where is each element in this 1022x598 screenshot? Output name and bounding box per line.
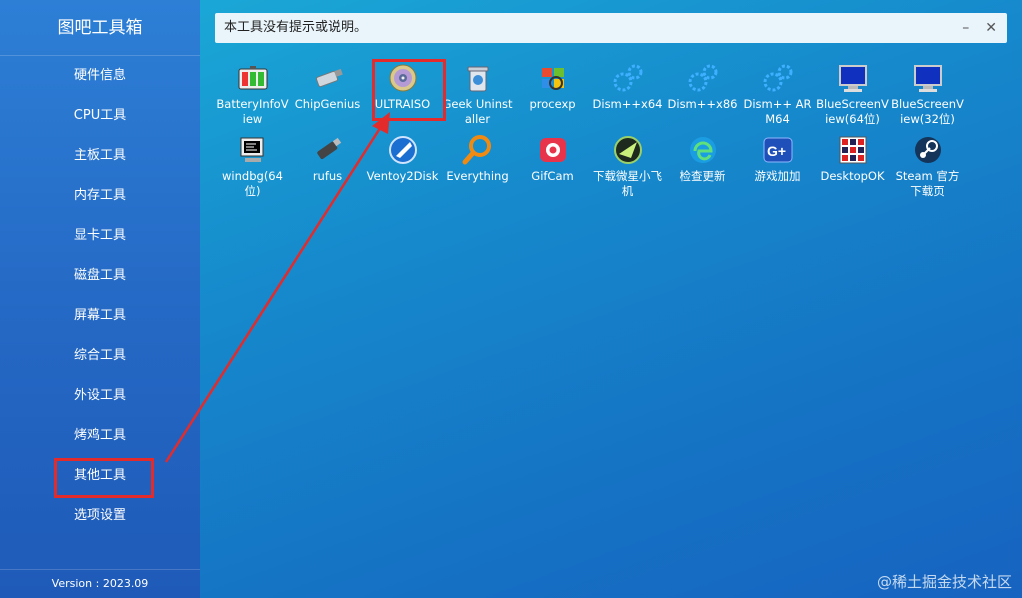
tool-label: BatteryInfoView (216, 97, 289, 126)
tool-label: Everything (446, 169, 509, 183)
tool-label: BlueScreenView(64位) (816, 97, 889, 126)
tool-everything[interactable]: Everything (440, 132, 515, 204)
svg-text:G+: G+ (767, 143, 786, 159)
tool-label: 下载微星小飞机 (593, 169, 662, 198)
monitor-bluescreen-icon (838, 65, 867, 92)
tool-label: windbg(64位) (222, 169, 283, 198)
magnifier-icon (462, 135, 491, 165)
trash-can-icon (467, 66, 488, 92)
tool-label: rufus (312, 169, 343, 183)
tool-geek-uninstaller[interactable]: Geek Uninstaller (440, 60, 515, 132)
sidebar-item-settings[interactable]: 选项设置 (0, 496, 200, 536)
tool-game-plus[interactable]: G+ 游戏加加 (740, 132, 815, 204)
debugger-monitor-icon (240, 137, 263, 162)
monitor-bluescreen-icon (913, 65, 942, 92)
sidebar-nav: 硬件信息 CPU工具 主板工具 内存工具 显卡工具 磁盘工具 屏幕工具 综合工具… (0, 56, 200, 536)
ventoy-icon (388, 136, 417, 164)
tool-desktopok[interactable]: DesktopOK (815, 132, 890, 204)
sidebar-item-other-tools[interactable]: 其他工具 (0, 456, 200, 496)
tool-label: ChipGenius (294, 97, 361, 111)
gears-icon (613, 64, 642, 92)
tool-ultraiso[interactable]: ULTRAISO (365, 60, 440, 132)
tool-windbg[interactable]: windbg(64位) (215, 132, 290, 204)
minimize-button[interactable]: – (962, 13, 969, 43)
app-title: 图吧工具箱 (0, 0, 200, 56)
version-label: Version : 2023.09 (0, 569, 200, 598)
gplus-icon: G+ (763, 137, 792, 163)
notice-text: 本工具没有提示或说明。 (224, 20, 368, 35)
tool-dism-arm64[interactable]: Dism++ ARM64 (740, 60, 815, 132)
tool-rufus[interactable]: rufus (290, 132, 365, 204)
tool-bluescreenview-32[interactable]: BlueScreenView(32位) (890, 60, 965, 132)
sidebar-item-motherboard-tools[interactable]: 主板工具 (0, 136, 200, 176)
tool-msi-afterburner-download[interactable]: 下载微星小飞机 (590, 132, 665, 204)
tool-label: BlueScreenView(32位) (891, 97, 964, 126)
tool-label: 检查更新 (679, 169, 726, 183)
sidebar-item-cpu-tools[interactable]: CPU工具 (0, 96, 200, 136)
tool-label: Steam 官方下载页 (895, 169, 960, 198)
sidebar-item-disk-tools[interactable]: 磁盘工具 (0, 256, 200, 296)
tool-label: GifCam (531, 169, 574, 183)
sidebar-item-hardware-info[interactable]: 硬件信息 (0, 56, 200, 96)
afterburner-icon (613, 136, 642, 164)
watermark: @稀土掘金技术社区 (876, 573, 1012, 591)
gears-icon (763, 64, 792, 92)
tool-label: Dism++x86 (667, 97, 738, 111)
tool-grid: BatteryInfoView ChipGenius ULTRAISO Geek… (215, 60, 1005, 204)
camera-icon (539, 138, 566, 162)
tool-label: Dism++x64 (592, 97, 663, 111)
notice-bar: 本工具没有提示或说明。 – ✕ (215, 13, 1007, 43)
tool-label: DesktopOK (820, 169, 885, 183)
tool-check-update[interactable]: 检查更新 (665, 132, 740, 204)
battery-icon (238, 66, 267, 90)
tool-label: Ventoy2Disk (366, 169, 439, 183)
tool-dism-x86[interactable]: Dism++x86 (665, 60, 740, 132)
tool-bluescreenview-64[interactable]: BlueScreenView(64位) (815, 60, 890, 132)
tool-dism-x64[interactable]: Dism++x64 (590, 60, 665, 132)
tool-label: ULTRAISO (374, 97, 431, 111)
sidebar-item-stress-tools[interactable]: 烤鸡工具 (0, 416, 200, 456)
tool-gifcam[interactable]: GifCam (515, 132, 590, 204)
tool-chipgenius[interactable]: ChipGenius (290, 60, 365, 132)
desktop-grid-icon (839, 136, 866, 164)
sidebar-item-screen-tools[interactable]: 屏幕工具 (0, 296, 200, 336)
sidebar: 图吧工具箱 硬件信息 CPU工具 主板工具 内存工具 显卡工具 磁盘工具 屏幕工… (0, 0, 200, 598)
windows-flag-icon (541, 68, 564, 90)
sidebar-item-peripheral-tools[interactable]: 外设工具 (0, 376, 200, 416)
close-button[interactable]: ✕ (985, 13, 997, 43)
tool-label: procexp (529, 97, 576, 111)
disc-icon (389, 64, 416, 92)
steam-icon (914, 137, 941, 163)
edge-icon (689, 137, 716, 163)
sidebar-item-general-tools[interactable]: 综合工具 (0, 336, 200, 376)
gears-icon (688, 64, 717, 92)
usb-drive-icon (315, 68, 343, 88)
tool-procexp[interactable]: procexp (515, 60, 590, 132)
tool-batteryinfoview[interactable]: BatteryInfoView (215, 60, 290, 132)
tool-label: Dism++ ARM64 (743, 97, 812, 126)
usb-stick-icon (316, 137, 341, 160)
tool-label: 游戏加加 (754, 169, 801, 183)
tool-ventoy2disk[interactable]: Ventoy2Disk (365, 132, 440, 204)
sidebar-item-memory-tools[interactable]: 内存工具 (0, 176, 200, 216)
tool-label: Geek Uninstaller (442, 97, 513, 126)
main-panel: 本工具没有提示或说明。 – ✕ BatteryInfoView ChipGeni… (200, 0, 1022, 598)
tool-steam-download[interactable]: Steam 官方下载页 (890, 132, 965, 204)
sidebar-item-gpu-tools[interactable]: 显卡工具 (0, 216, 200, 256)
